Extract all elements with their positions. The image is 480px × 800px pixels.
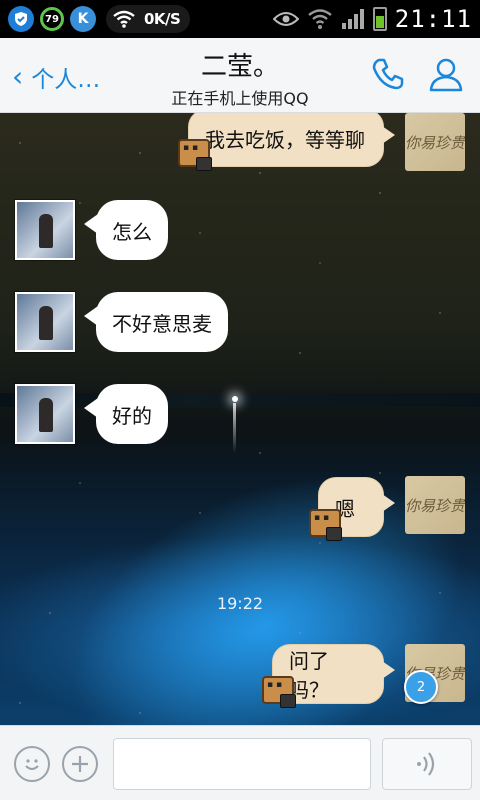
shield-icon — [8, 6, 34, 32]
k-label: K — [77, 11, 89, 27]
voice-button[interactable] — [382, 738, 472, 790]
message-bubble-received[interactable]: 怎么 — [84, 200, 168, 260]
message-input[interactable] — [113, 738, 371, 790]
chevron-left-icon: ‹ — [12, 60, 24, 93]
unread-count: 2 — [416, 679, 426, 695]
message-text: 怎么 — [112, 219, 152, 244]
eye-icon — [272, 12, 299, 26]
background-light — [232, 396, 238, 402]
message-timestamp: 19:22 — [216, 594, 264, 613]
contact-avatar[interactable] — [15, 292, 75, 352]
person-icon[interactable] — [426, 54, 466, 94]
status-time: 21:11 — [394, 5, 472, 33]
contact-name: 二莹。 — [200, 52, 279, 82]
k-app-icon: K — [70, 6, 96, 32]
ring-value: 79 — [45, 13, 59, 25]
cell-signal-icon — [341, 9, 364, 29]
network-speed: 0K/S — [106, 5, 191, 33]
my-avatar-text: 你易珍贵 — [405, 496, 465, 515]
status-bar: 79 K 0K/S 21:11 — [0, 0, 480, 38]
wifi-signal-icon — [307, 9, 332, 29]
message-bubble-received[interactable]: 好的 — [84, 384, 168, 444]
contact-title: 二莹。 正在手机上使用QQ — [130, 46, 350, 109]
bubble-decoration-cup-icon — [196, 157, 212, 171]
chat-header: ‹ 个人… 二莹。 正在手机上使用QQ — [0, 38, 480, 113]
back-button[interactable]: ‹ 个人… — [12, 60, 100, 94]
my-avatar[interactable]: 你易珍贵 — [405, 113, 465, 171]
emoji-icon — [25, 759, 39, 770]
plus-button[interactable] — [62, 746, 98, 782]
contact-avatar[interactable] — [15, 384, 75, 444]
bubble-decoration-cup-icon — [280, 694, 296, 708]
back-label: 个人… — [31, 67, 101, 93]
net-speed-text: 0K/S — [144, 10, 181, 28]
input-bar — [0, 725, 480, 800]
contact-status: 正在手机上使用QQ — [171, 89, 309, 108]
emoji-button[interactable] — [14, 746, 50, 782]
message-text: 我去吃饭，等等聊 — [205, 127, 365, 152]
battery-saver-icon: 79 — [40, 7, 64, 31]
message-text: 不好意思麦 — [112, 311, 212, 336]
message-bubble-sent[interactable]: 我去吃饭，等等聊 — [188, 113, 395, 167]
message-bubble-received[interactable]: 不好意思麦 — [84, 292, 228, 352]
message-text: 好的 — [112, 403, 152, 428]
background-light-reflection — [233, 403, 236, 453]
unread-count-badge[interactable]: 2 — [404, 670, 438, 704]
voice-icon — [417, 752, 435, 776]
chat-area[interactable]: 我去吃饭，等等聊 你易珍贵 怎么 不好意思麦 好的 嗯 你易珍贵 19:22 问… — [0, 113, 480, 725]
my-avatar-text: 你易珍贵 — [405, 133, 465, 152]
contact-avatar[interactable] — [15, 200, 75, 260]
battery-icon — [372, 7, 387, 31]
phone-icon[interactable] — [370, 56, 406, 92]
plus-icon — [72, 756, 88, 772]
my-avatar[interactable]: 你易珍贵 — [405, 476, 465, 534]
bubble-decoration-cup-icon — [326, 527, 342, 541]
message-text: 问了吗？ — [289, 649, 329, 702]
wifi-icon — [113, 10, 135, 28]
